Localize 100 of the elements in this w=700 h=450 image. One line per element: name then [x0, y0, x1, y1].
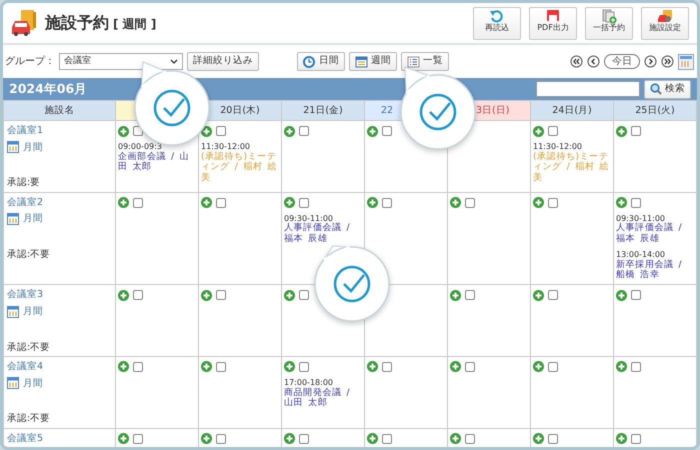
add-icon[interactable] [201, 433, 212, 444]
checkbox[interactable] [216, 434, 226, 444]
checkbox[interactable] [465, 198, 475, 208]
checkbox[interactable] [465, 434, 475, 444]
add-icon[interactable] [201, 361, 212, 372]
caret-icon [170, 58, 178, 65]
room-link[interactable]: 会議室2 [7, 196, 113, 208]
add-icon[interactable] [533, 126, 544, 136]
checkbox[interactable] [299, 362, 309, 372]
add-icon[interactable] [367, 126, 378, 136]
last-page-icon[interactable] [661, 55, 674, 68]
room-link[interactable]: 会議室1 [7, 125, 113, 136]
monthly-link[interactable]: 月間 [7, 213, 43, 226]
event-link[interactable]: 商品開発会議 / 山田 太郎 [284, 388, 362, 410]
add-icon[interactable] [118, 290, 129, 301]
checkbox[interactable] [548, 434, 558, 444]
event-link[interactable]: 人事評価会議 / 福本 辰雄 [284, 223, 362, 245]
event-link[interactable]: 企画部会議 / 山田 太郎 [118, 152, 196, 174]
add-icon[interactable] [367, 361, 378, 372]
page-title: 施設予約 [45, 12, 109, 34]
event-link[interactable]: 新卒採用会議 / 船橋 浩幸 [616, 260, 694, 282]
checkbox[interactable] [216, 126, 226, 136]
add-icon[interactable] [284, 126, 295, 136]
add-icon[interactable] [616, 361, 627, 372]
previous-icon[interactable] [587, 55, 600, 68]
add-icon[interactable] [533, 197, 544, 208]
checkbox[interactable] [465, 362, 475, 372]
room-link[interactable]: 会議室4 [7, 360, 113, 372]
checkbox[interactable] [299, 198, 309, 208]
column-header: 施設名 [4, 100, 116, 120]
toolbar-button[interactable]: PDF出力 [529, 6, 577, 40]
checkbox[interactable] [216, 198, 226, 208]
search-field[interactable] [536, 81, 640, 97]
checkbox[interactable] [631, 198, 641, 208]
add-icon[interactable] [533, 361, 544, 372]
checkbox[interactable] [216, 362, 226, 372]
toolbar-button[interactable]: 再読込 [473, 6, 521, 40]
event-time: 11:30-12:00 [201, 142, 251, 152]
monthly-link[interactable]: 月間 [7, 306, 43, 318]
add-icon[interactable] [367, 433, 378, 444]
event-link[interactable]: 人事評価会議 / 福本 辰雄 [616, 223, 694, 245]
add-icon[interactable] [616, 433, 627, 444]
search-button[interactable]: 検索 [644, 80, 691, 98]
toolbar-button[interactable]: 施設設定 [641, 6, 689, 40]
event-time: 09:00-09:3 [118, 142, 163, 152]
checkbox[interactable] [382, 434, 392, 444]
toolbar-button[interactable]: 一括予約 [585, 6, 633, 40]
add-icon[interactable] [284, 197, 295, 208]
checkbox[interactable] [299, 434, 309, 444]
checkbox[interactable] [548, 198, 558, 208]
checkbox[interactable] [382, 126, 392, 136]
checkbox[interactable] [382, 198, 392, 208]
add-icon[interactable] [284, 290, 295, 301]
add-icon[interactable] [616, 290, 627, 301]
checkbox[interactable] [133, 290, 143, 300]
room-link[interactable]: 会議室3 [7, 289, 113, 301]
add-icon[interactable] [118, 433, 129, 444]
add-icon[interactable] [284, 361, 295, 372]
checkbox[interactable] [216, 290, 226, 300]
add-icon[interactable] [533, 290, 544, 301]
checkbox[interactable] [133, 198, 143, 208]
checkbox[interactable] [382, 362, 392, 372]
add-icon[interactable] [450, 433, 461, 444]
add-icon[interactable] [533, 433, 544, 444]
add-icon[interactable] [201, 197, 212, 208]
checkbox[interactable] [631, 290, 641, 300]
checkbox[interactable] [548, 290, 558, 300]
monthly-link[interactable]: 月間 [7, 377, 43, 390]
monthly-link[interactable]: 月間 [7, 141, 43, 154]
add-icon[interactable] [616, 197, 627, 208]
checkbox[interactable] [299, 290, 309, 300]
checkbox[interactable] [133, 434, 143, 444]
month-title: 2024年06月 [9, 80, 88, 98]
checkbox[interactable] [631, 362, 641, 372]
add-icon[interactable] [118, 126, 129, 136]
add-icon[interactable] [450, 361, 461, 372]
checkbox[interactable] [299, 126, 309, 136]
next-icon[interactable] [644, 55, 657, 68]
view-button[interactable]: 週間 [349, 52, 397, 71]
add-icon[interactable] [367, 197, 378, 208]
view-button[interactable]: 日間 [297, 52, 345, 71]
checkbox[interactable] [631, 126, 641, 136]
list-icon [407, 56, 420, 68]
group-label: グループ： [5, 54, 55, 69]
checkbox[interactable] [133, 362, 143, 372]
today-button[interactable]: 今日 [604, 54, 640, 69]
add-icon[interactable] [450, 290, 461, 301]
checkbox[interactable] [465, 290, 475, 300]
add-icon[interactable] [118, 361, 129, 372]
filter-button[interactable]: 詳細絞り込み [187, 52, 259, 71]
add-icon[interactable] [118, 197, 129, 208]
add-icon[interactable] [284, 433, 295, 444]
checkbox[interactable] [631, 434, 641, 444]
checkbox[interactable] [548, 362, 558, 372]
view-button[interactable]: 一覧 [401, 52, 449, 71]
first-page-icon[interactable] [570, 55, 583, 68]
add-icon[interactable] [450, 197, 461, 208]
add-icon[interactable] [201, 290, 212, 301]
checkbox[interactable] [548, 126, 558, 136]
add-icon[interactable] [616, 126, 627, 136]
